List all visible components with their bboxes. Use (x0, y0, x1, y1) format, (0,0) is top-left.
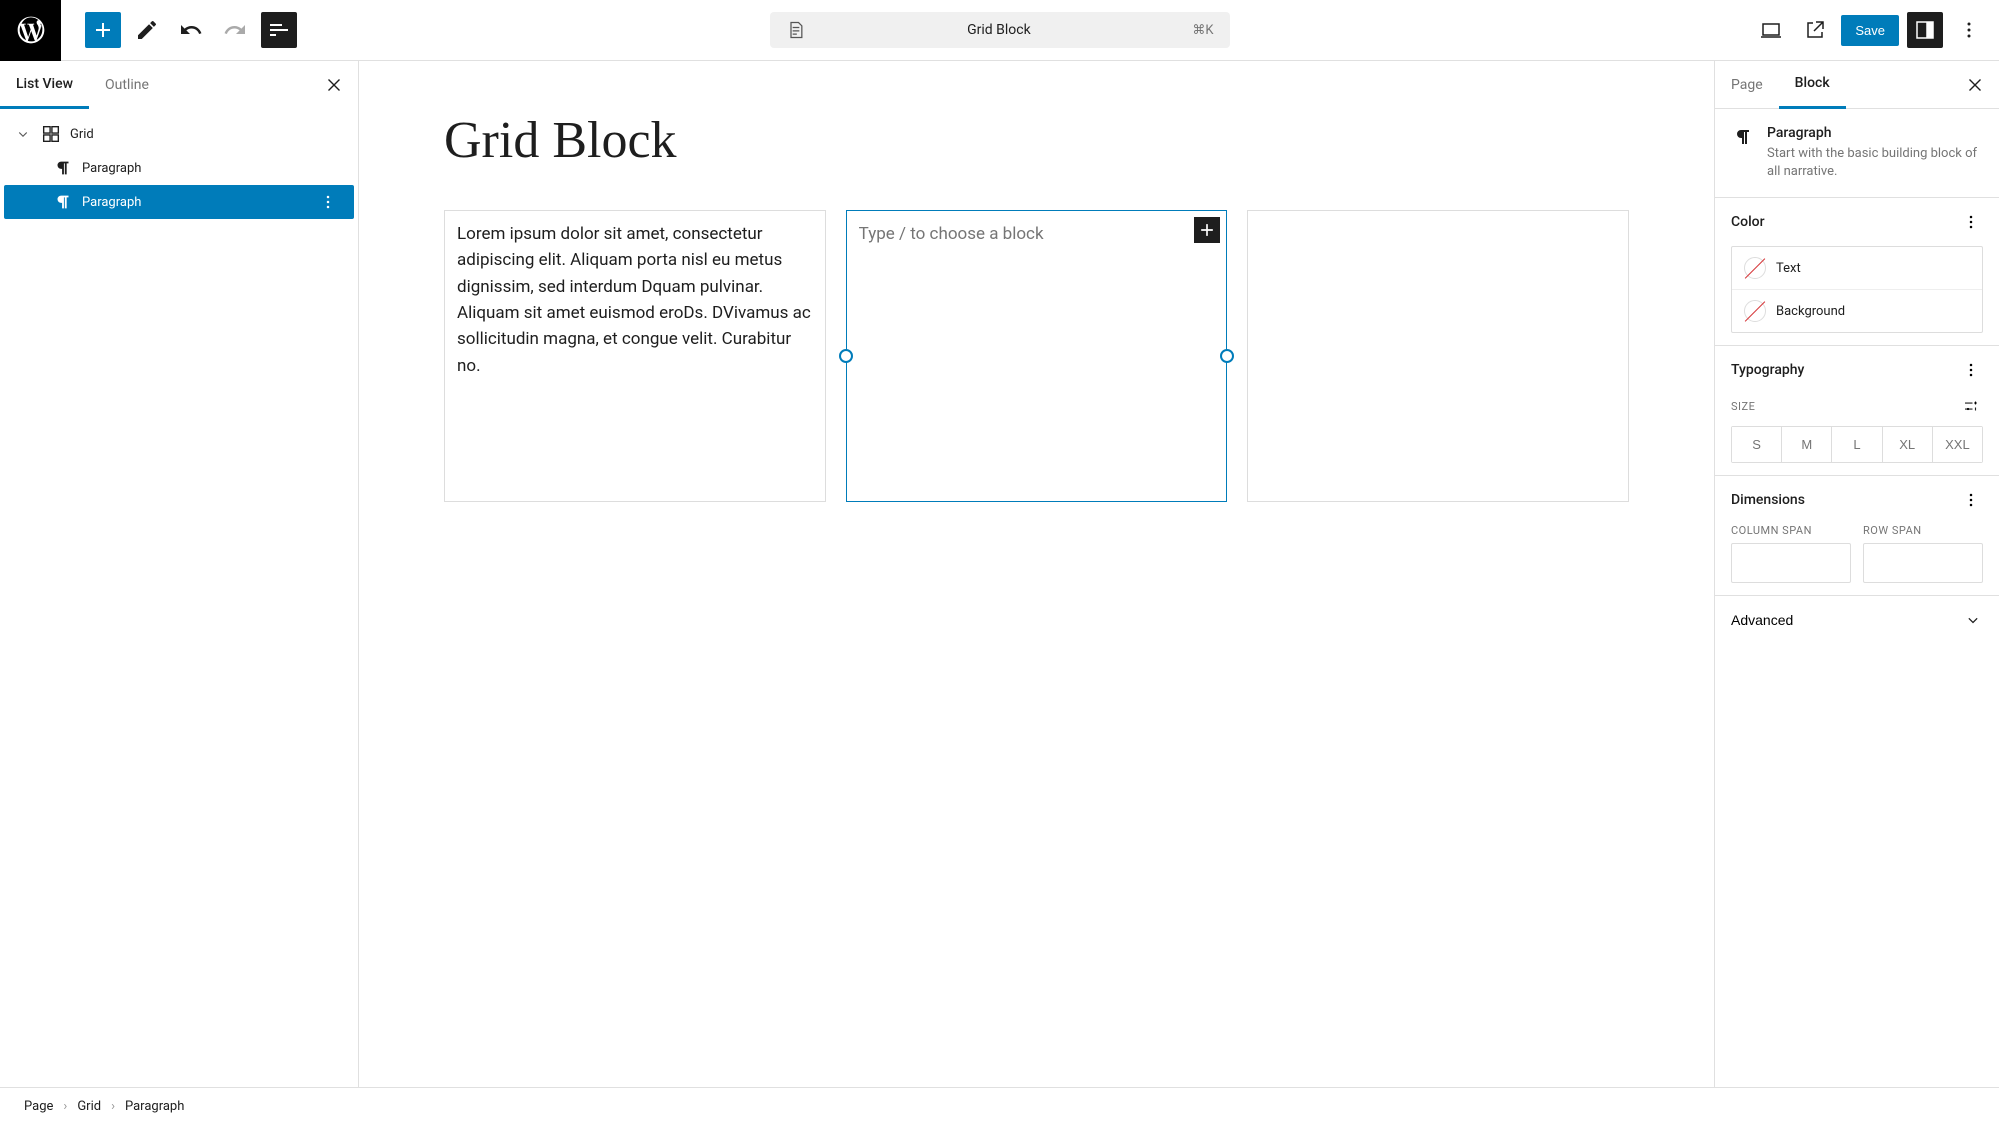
row-span-label: ROW SPAN (1863, 524, 1983, 537)
resize-handle-left[interactable] (839, 349, 853, 363)
tab-block[interactable]: Block (1779, 61, 1846, 109)
column-span-label: COLUMN SPAN (1731, 524, 1851, 537)
typography-panel: Typography SIZE S M L XL XXL (1715, 345, 1999, 475)
list-view-toggle-button[interactable] (261, 12, 297, 48)
breadcrumb-item[interactable]: Paragraph (125, 1099, 184, 1114)
save-button[interactable]: Save (1841, 15, 1899, 46)
resize-handle-right[interactable] (1220, 349, 1234, 363)
size-l[interactable]: L (1831, 427, 1881, 462)
block-name: Paragraph (1767, 125, 1983, 141)
text-color-button[interactable]: Text (1732, 247, 1982, 289)
tree-item-paragraph-selected[interactable]: Paragraph (4, 185, 354, 219)
size-custom-toggle[interactable] (1959, 394, 1983, 418)
tree-item-grid[interactable]: Grid (0, 117, 358, 151)
tree-label: Grid (70, 127, 94, 142)
color-options-button[interactable] (1959, 210, 1983, 234)
color-label: Background (1776, 304, 1845, 319)
plus-icon (1197, 220, 1217, 240)
grid-cell-paragraph[interactable]: Lorem ipsum dolor sit amet, consectetur … (444, 210, 826, 502)
tab-page[interactable]: Page (1715, 61, 1779, 109)
breadcrumb-separator: › (111, 1099, 115, 1114)
color-swatch-none (1744, 300, 1766, 322)
chevron-down-icon[interactable] (14, 125, 32, 143)
breadcrumb-item[interactable]: Page (24, 1099, 53, 1114)
typography-options-button[interactable] (1959, 358, 1983, 382)
list-view-panel: List View Outline Grid Paragraph (0, 61, 359, 1087)
document-title-bar[interactable]: Grid Block ⌘K (770, 12, 1230, 48)
external-link-button[interactable] (1797, 12, 1833, 48)
grid-cell-selected[interactable]: Type / to choose a block (846, 210, 1228, 502)
tree-label: Paragraph (82, 195, 141, 210)
add-block-inline-button[interactable] (1194, 217, 1220, 243)
size-button-group: S M L XL XXL (1731, 426, 1983, 463)
dimensions-panel: Dimensions COLUMN SPAN ROW SPAN (1715, 475, 1999, 595)
close-settings-button[interactable] (1955, 65, 1995, 105)
left-panel-tabs: List View Outline (0, 61, 358, 109)
block-info: Paragraph Start with the basic building … (1715, 109, 1999, 197)
grid-block[interactable]: Lorem ipsum dolor sit amet, consectetur … (444, 210, 1629, 502)
tab-list-view[interactable]: List View (0, 61, 89, 109)
placeholder-text: Type / to choose a block (859, 224, 1044, 244)
undo-button[interactable] (173, 12, 209, 48)
tree-item-paragraph[interactable]: Paragraph (0, 151, 358, 185)
page-title[interactable]: Grid Block (444, 111, 1629, 170)
tree-item-options-button[interactable] (316, 190, 340, 214)
paragraph-icon (1731, 125, 1755, 149)
redo-button[interactable] (217, 12, 253, 48)
paragraph-icon (52, 191, 74, 213)
breadcrumb-separator: › (63, 1099, 67, 1114)
size-m[interactable]: M (1781, 427, 1831, 462)
settings-sidebar-toggle[interactable] (1907, 12, 1943, 48)
size-xl[interactable]: XL (1882, 427, 1932, 462)
settings-panel: Page Block Paragraph Start with the basi… (1714, 61, 1999, 1087)
panel-title: Typography (1731, 362, 1804, 378)
tools-button[interactable] (129, 12, 165, 48)
grid-cell-empty[interactable] (1247, 210, 1629, 502)
main-area: List View Outline Grid Paragraph (0, 61, 1999, 1087)
paragraph-icon (52, 157, 74, 179)
breadcrumb-item[interactable]: Grid (77, 1099, 101, 1114)
page-icon (786, 20, 806, 40)
grid-icon (40, 123, 62, 145)
block-tree: Grid Paragraph Paragraph (0, 109, 358, 227)
color-panel: Color Text Background (1715, 197, 1999, 345)
chevron-down-icon (1963, 610, 1983, 630)
close-icon (323, 74, 345, 96)
panel-title: Color (1731, 214, 1765, 230)
canvas-content: Grid Block Lorem ipsum dolor sit amet, c… (359, 61, 1714, 1087)
paragraph-text[interactable]: Lorem ipsum dolor sit amet, consectetur … (457, 224, 811, 376)
close-list-view-button[interactable] (314, 65, 354, 105)
view-button[interactable] (1753, 12, 1789, 48)
advanced-toggle[interactable]: Advanced (1715, 595, 1999, 644)
color-swatch-none (1744, 257, 1766, 279)
options-button[interactable] (1951, 12, 1987, 48)
close-icon (1964, 74, 1986, 96)
document-title: Grid Block (816, 22, 1183, 38)
panel-title: Dimensions (1731, 492, 1805, 508)
row-span-input[interactable] (1863, 543, 1983, 583)
block-description: Start with the basic building block of a… (1767, 145, 1983, 181)
toolbar-left (0, 0, 305, 61)
advanced-label: Advanced (1731, 612, 1793, 628)
wordpress-logo[interactable] (0, 0, 61, 61)
top-toolbar: Grid Block ⌘K Save (0, 0, 1999, 61)
tab-outline[interactable]: Outline (89, 61, 165, 109)
dimensions-options-button[interactable] (1959, 488, 1983, 512)
column-span-input[interactable] (1731, 543, 1851, 583)
color-label: Text (1776, 261, 1801, 276)
breadcrumb: Page › Grid › Paragraph (0, 1087, 1999, 1125)
settings-tabs: Page Block (1715, 61, 1999, 109)
size-s[interactable]: S (1732, 427, 1781, 462)
add-block-button[interactable] (85, 12, 121, 48)
background-color-button[interactable]: Background (1732, 289, 1982, 332)
editor-canvas[interactable]: Grid Block Lorem ipsum dolor sit amet, c… (359, 61, 1714, 1087)
toolbar-right: Save (1753, 12, 1999, 48)
size-label: SIZE (1731, 400, 1755, 413)
tree-label: Paragraph (82, 161, 141, 176)
size-xxl[interactable]: XXL (1932, 427, 1982, 462)
command-shortcut: ⌘K (1192, 23, 1213, 38)
